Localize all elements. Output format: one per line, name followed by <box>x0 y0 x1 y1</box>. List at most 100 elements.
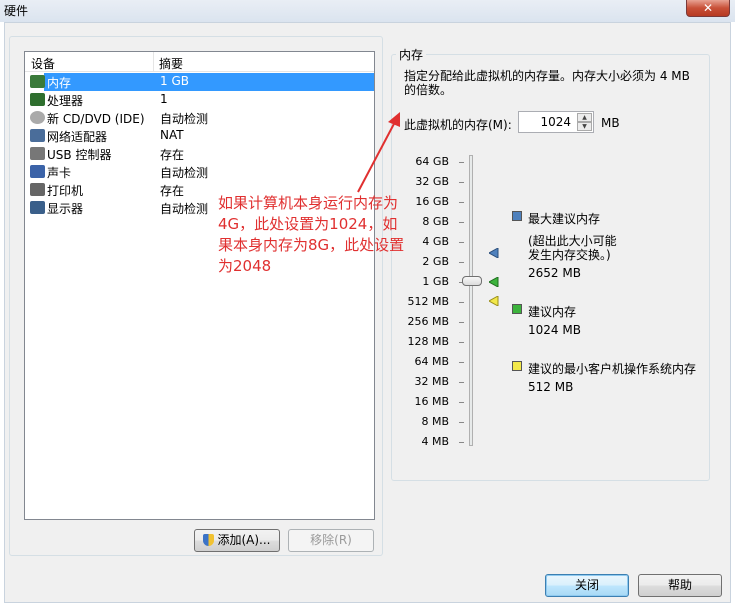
recommended-marker-icon <box>489 277 499 287</box>
scale-tick <box>459 402 464 403</box>
spin-up-icon[interactable]: ▲ <box>577 113 592 122</box>
scale-label: 4 MB <box>421 435 449 448</box>
device-list-header: 设备 摘要 <box>25 52 374 72</box>
annotation-arrow-icon <box>357 112 400 193</box>
add-button-label: 添加(A)... <box>217 533 271 547</box>
scale-tick <box>459 362 464 363</box>
scale-tick <box>459 302 464 303</box>
memory-description-line2: 的倍数。 <box>404 83 453 97</box>
scale-tick <box>459 222 464 223</box>
scale-label: 32 GB <box>415 175 449 188</box>
min-guest-swatch <box>512 361 522 371</box>
recommended-title: 建议内存 <box>528 305 577 319</box>
device-row[interactable]: 声卡 自动检测 <box>27 163 373 181</box>
device-name: 处理器 <box>47 94 84 108</box>
device-row[interactable]: USB 控制器 存在 <box>27 145 373 163</box>
max-recommended-marker-icon <box>489 248 499 258</box>
scale-label: 256 MB <box>407 315 449 328</box>
device-row[interactable]: 处理器 1 <box>27 91 373 109</box>
device-summary: 存在 <box>160 148 185 162</box>
scale-tick <box>459 322 464 323</box>
scale-label: 2 GB <box>422 255 449 268</box>
column-separator[interactable] <box>153 52 154 71</box>
scale-tick <box>459 342 464 343</box>
device-row[interactable]: 新 CD/DVD (IDE) 自动检测 <box>27 109 373 127</box>
memory-unit: MB <box>601 116 620 130</box>
recommended-value: 1024 MB <box>528 323 581 337</box>
column-summary[interactable]: 摘要 <box>159 55 183 72</box>
device-summary: 存在 <box>160 184 185 198</box>
annotation-text: 如果计算机本身运行内存为4G，此处设置为1024，如果本身内存为8G，此处设置为… <box>218 194 405 275</box>
usb-icon <box>30 147 45 160</box>
device-name: 新 CD/DVD (IDE) <box>47 112 145 126</box>
device-name: 网络适配器 <box>47 130 108 144</box>
scale-tick <box>459 202 464 203</box>
scale-label: 512 MB <box>407 295 449 308</box>
max-recommended-value: 2652 MB <box>528 266 581 280</box>
scale-tick <box>459 422 464 423</box>
scale-label: 128 MB <box>407 335 449 348</box>
device-name: 声卡 <box>47 166 72 180</box>
remove-button[interactable]: 移除(R) <box>288 529 374 552</box>
scale-label: 4 GB <box>422 235 449 248</box>
scale-label: 64 GB <box>415 155 449 168</box>
sound-card-icon <box>30 165 45 178</box>
scale-tick <box>459 162 464 163</box>
help-button[interactable]: 帮助 <box>638 574 722 597</box>
device-summary: 自动检测 <box>160 166 209 180</box>
scale-label: 8 MB <box>421 415 449 428</box>
memory-icon <box>30 75 45 88</box>
scale-label: 1 GB <box>422 275 449 288</box>
device-row[interactable]: 网络适配器 NAT <box>27 127 373 145</box>
scale-label: 32 MB <box>414 375 449 388</box>
memory-spinbox[interactable]: 1024 ▲ ▼ <box>518 111 594 133</box>
title-bar: 硬件 ✕ <box>0 0 735 22</box>
display-icon <box>30 201 45 214</box>
memory-group-title: 内存 <box>396 46 427 63</box>
scale-tick <box>459 182 464 183</box>
spin-arrows: ▲ ▼ <box>577 113 592 131</box>
min-guest-marker-icon <box>489 296 499 306</box>
printer-icon <box>30 183 45 196</box>
cd-dvd-icon <box>30 111 45 124</box>
device-name: USB 控制器 <box>47 148 112 162</box>
max-recommended-note-line2: 发生内存交换。) <box>528 248 611 262</box>
window-close-button[interactable]: ✕ <box>686 0 730 17</box>
scale-label: 16 GB <box>415 195 449 208</box>
device-name: 打印机 <box>47 184 84 198</box>
window-title: 硬件 <box>4 4 29 18</box>
memory-value-input[interactable]: 1024 <box>540 115 571 129</box>
close-button[interactable]: 关闭 <box>545 574 629 597</box>
device-name: 内存 <box>47 76 72 90</box>
column-device[interactable]: 设备 <box>31 55 55 72</box>
device-summary: NAT <box>160 128 184 142</box>
processor-icon <box>30 93 45 106</box>
shield-icon <box>203 534 215 546</box>
spin-down-icon[interactable]: ▼ <box>577 122 592 131</box>
device-summary: 自动检测 <box>160 112 209 126</box>
max-recommended-title: 最大建议内存 <box>528 212 601 226</box>
selection-highlight <box>44 73 374 91</box>
device-name: 显示器 <box>47 202 84 216</box>
scale-label: 64 MB <box>414 355 449 368</box>
device-list[interactable]: 设备 摘要 内存 1 GB 处理器 1 新 CD/DVD (IDE) 自动检测 网络适配器 N… <box>24 51 375 520</box>
memory-slider-track[interactable] <box>469 155 473 446</box>
scale-tick <box>459 382 464 383</box>
scale-tick <box>459 262 464 263</box>
scale-label: 16 MB <box>414 395 449 408</box>
add-button[interactable]: 添加(A)... <box>194 529 280 552</box>
recommended-swatch <box>512 304 522 314</box>
max-recommended-swatch <box>512 211 522 221</box>
min-guest-title: 建议的最小客户机操作系统内存 <box>528 362 697 376</box>
scale-label: 8 GB <box>422 215 449 228</box>
memory-slider-thumb[interactable] <box>462 276 482 286</box>
device-row[interactable]: 内存 1 GB <box>27 73 374 91</box>
device-summary: 自动检测 <box>160 202 209 216</box>
scale-tick <box>459 242 464 243</box>
device-summary: 1 GB <box>160 74 189 88</box>
scale-tick <box>459 442 464 443</box>
device-summary: 1 <box>160 92 168 106</box>
min-guest-value: 512 MB <box>528 380 574 394</box>
memory-field-label: 此虚拟机的内存(M): <box>404 118 512 132</box>
network-adapter-icon <box>30 129 45 142</box>
